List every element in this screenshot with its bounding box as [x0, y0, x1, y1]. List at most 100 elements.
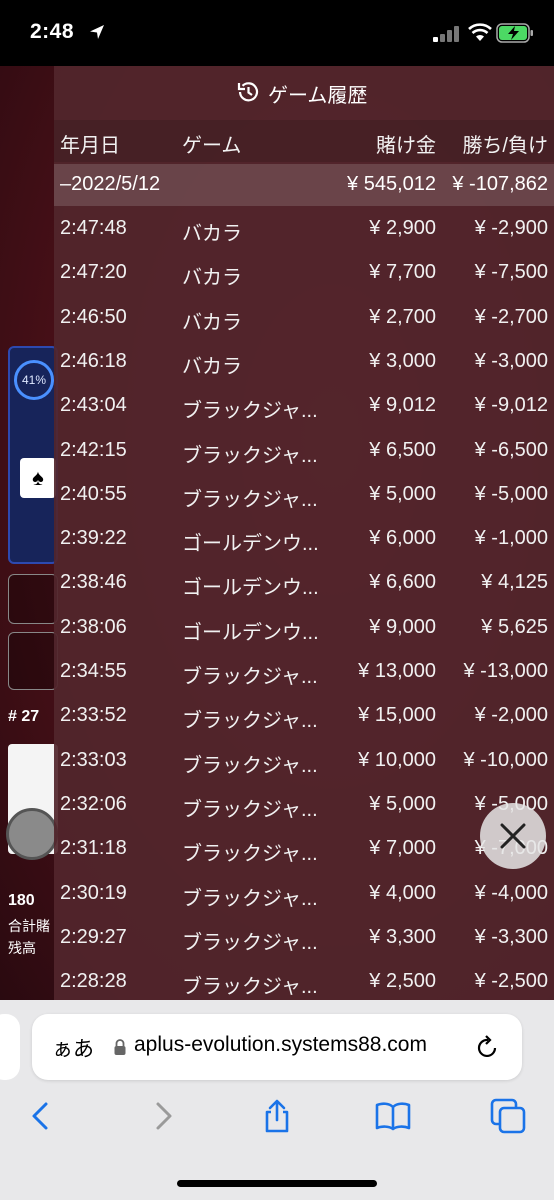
- history-row[interactable]: 2:31:18ブラックジャ...¥ 7,000¥ -7,000: [54, 828, 554, 872]
- battery-charging-icon: [496, 23, 533, 43]
- back-icon[interactable]: [24, 1098, 60, 1134]
- close-button[interactable]: [480, 803, 546, 869]
- chip-icon[interactable]: [6, 808, 58, 860]
- game-history-panel: ゲーム履歴 年月日 ゲーム 賭け金 勝ち/負け –2022/5/12 ¥ 545…: [54, 66, 554, 1000]
- history-row[interactable]: 2:30:19 ブラックジャ... ¥ 4,000 ¥ -4,000: [54, 873, 554, 917]
- player-count: 180: [8, 892, 35, 909]
- column-bet: 賭け金: [376, 135, 436, 157]
- close-icon: [500, 823, 526, 849]
- previous-tab-preview[interactable]: [0, 1014, 20, 1080]
- row-bet: ¥ 5,000: [369, 792, 436, 815]
- date-summary-row[interactable]: –2022/5/12 ¥ 545,012 ¥ -107,862: [54, 164, 554, 206]
- row-game: バカラ: [182, 311, 242, 334]
- row-win-loss: ¥ -13,000: [463, 660, 548, 682]
- summary-win: ¥ -107,862: [452, 173, 548, 195]
- history-row[interactable]: 2:46:18 バカラ ¥ 3,000 ¥ -3,000: [54, 341, 554, 385]
- history-row[interactable]: 2:29:27 ブラックジャ... ¥ 3,300 ¥ -3,300: [54, 917, 554, 961]
- row-game: バカラ: [182, 355, 242, 378]
- bookmarks-icon[interactable]: [375, 1098, 411, 1134]
- location-arrow-icon: [90, 25, 104, 39]
- row-time: 2:43:04: [60, 394, 127, 417]
- row-time: 2:32:06: [60, 792, 127, 815]
- history-row[interactable]: 2:40:55 ブラックジャ... ¥ 5,000 ¥ -5,000: [54, 474, 554, 518]
- home-indicator[interactable]: [177, 1180, 377, 1187]
- row-bet: ¥ 13,000: [358, 660, 436, 682]
- row-time: 2:38:46: [60, 571, 127, 594]
- history-row[interactable]: 2:38:06 ゴールデンウ... ¥ 9,000 ¥ 5,625: [54, 607, 554, 651]
- tabs-icon[interactable]: [490, 1098, 526, 1134]
- row-bet: ¥ 6,600: [369, 571, 436, 594]
- row-time: 2:47:20: [60, 261, 127, 284]
- row-win-loss: ¥ -10,000: [463, 748, 548, 771]
- history-row[interactable]: 2:47:48 バカラ ¥ 2,900 ¥ -2,900: [54, 208, 554, 252]
- row-time: 2:40:55: [60, 482, 127, 505]
- row-bet: ¥ 3,000: [369, 349, 436, 372]
- row-bet: ¥ 6,500: [369, 438, 436, 461]
- total-bet-label: 合計賭: [8, 918, 50, 934]
- row-bet: ¥ 9,000: [369, 615, 436, 638]
- row-time: 2:31:18: [60, 837, 127, 860]
- row-bet: ¥ 5,000: [369, 482, 436, 505]
- odds-percent: 41%: [14, 360, 54, 400]
- history-row[interactable]: 2:33:52 ブラックジャ... ¥ 15,000 ¥ -2,000: [54, 695, 554, 739]
- history-row[interactable]: 2:38:46 ゴールデンウ... ¥ 6,600 ¥ 4,125: [54, 562, 554, 606]
- row-time: 2:33:52: [60, 704, 127, 727]
- row-game: ブラックジャ...: [182, 666, 318, 688]
- player-pair-button[interactable]: [8, 632, 58, 690]
- summary-date: –2022/5/12: [60, 173, 161, 195]
- row-win-loss: ¥ 4,125: [481, 571, 548, 594]
- row-bet: ¥ 9,012: [369, 394, 436, 417]
- history-row[interactable]: 2:28:28 ブラックジャ... ¥ 2,500 ¥ -2,500: [54, 961, 554, 1000]
- history-row[interactable]: 2:42:15 ブラックジャ... ¥ 6,500 ¥ -6,500: [54, 430, 554, 474]
- history-row[interactable]: 2:47:20 バカラ ¥ 7,700 ¥ -7,500: [54, 252, 554, 296]
- row-win-loss: ¥ 5,625: [481, 615, 548, 638]
- history-row[interactable]: 2:34:55 ブラックジャ... ¥ 13,000 ¥ -13,000: [54, 651, 554, 695]
- history-row[interactable]: 2:33:03 ブラックジャ... ¥ 10,000 ¥ -10,000: [54, 740, 554, 784]
- row-win-loss: ¥ -2,700: [474, 305, 548, 328]
- row-game: ゴールデンウ...: [182, 533, 319, 556]
- share-icon[interactable]: [259, 1098, 295, 1134]
- row-bet: ¥ 7,000: [369, 837, 436, 860]
- history-row[interactable]: 2:43:04 ブラックジャ... ¥ 9,012 ¥ -9,012: [54, 385, 554, 429]
- row-win-loss: ¥ -2,500: [474, 970, 548, 993]
- cellular-signal-icon: [433, 26, 459, 42]
- table-header: 年月日 ゲーム 賭け金 勝ち/負け: [54, 120, 554, 162]
- history-row[interactable]: 2:39:22 ゴールデンウ... ¥ 6,000 ¥ -1,000: [54, 518, 554, 562]
- row-time: 2:34:55: [60, 660, 127, 682]
- row-time: 2:47:48: [60, 217, 127, 239]
- history-row[interactable]: 2:46:50 バカラ ¥ 2,700 ¥ -2,700: [54, 297, 554, 341]
- address-bar[interactable]: ぁあ aplus-evolution.systems88.com: [32, 1014, 522, 1080]
- row-win-loss: ¥ -3,300: [474, 925, 548, 948]
- row-time: 2:46:50: [60, 305, 127, 328]
- column-win-loss: 勝ち/負け: [462, 135, 548, 157]
- row-bet: ¥ 3,300: [369, 925, 436, 948]
- row-game: ブラックジャ...: [182, 798, 318, 821]
- row-win-loss: ¥ -4,000: [474, 881, 548, 904]
- history-row[interactable]: 2:32:06ブラックジャ...¥ 5,000¥ -5,000: [54, 784, 554, 828]
- reader-options-button[interactable]: ぁあ: [52, 1033, 94, 1063]
- column-game: ゲーム: [182, 135, 242, 157]
- row-win-loss: ¥ -3,000: [474, 349, 548, 372]
- row-time: 2:29:27: [60, 925, 127, 948]
- forward-icon[interactable]: [144, 1098, 180, 1134]
- round-number: # 27: [8, 708, 40, 725]
- row-game: バカラ: [182, 223, 242, 245]
- row-time: 2:33:03: [60, 748, 127, 771]
- row-game: ブラックジャ...: [182, 400, 318, 423]
- row-win-loss: ¥ -9,012: [474, 394, 548, 417]
- row-time: 2:38:06: [60, 615, 127, 638]
- column-date: 年月日: [60, 135, 120, 157]
- reload-icon[interactable]: [476, 1034, 500, 1060]
- player-bet-button[interactable]: [8, 574, 58, 624]
- row-bet: ¥ 2,500: [369, 970, 436, 993]
- row-bet: ¥ 7,700: [369, 261, 436, 284]
- history-title: ゲーム履歴: [268, 85, 368, 107]
- row-bet: ¥ 4,000: [369, 881, 436, 904]
- row-game: ブラックジャ...: [182, 976, 318, 999]
- row-win-loss: ¥ -5,000: [474, 482, 548, 505]
- row-win-loss: ¥ -6,500: [474, 438, 548, 461]
- lock-icon: [114, 1039, 126, 1055]
- history-header: ゲーム履歴: [54, 66, 554, 120]
- row-time: 2:30:19: [60, 881, 127, 904]
- row-win-loss: ¥ -2,000: [474, 704, 548, 727]
